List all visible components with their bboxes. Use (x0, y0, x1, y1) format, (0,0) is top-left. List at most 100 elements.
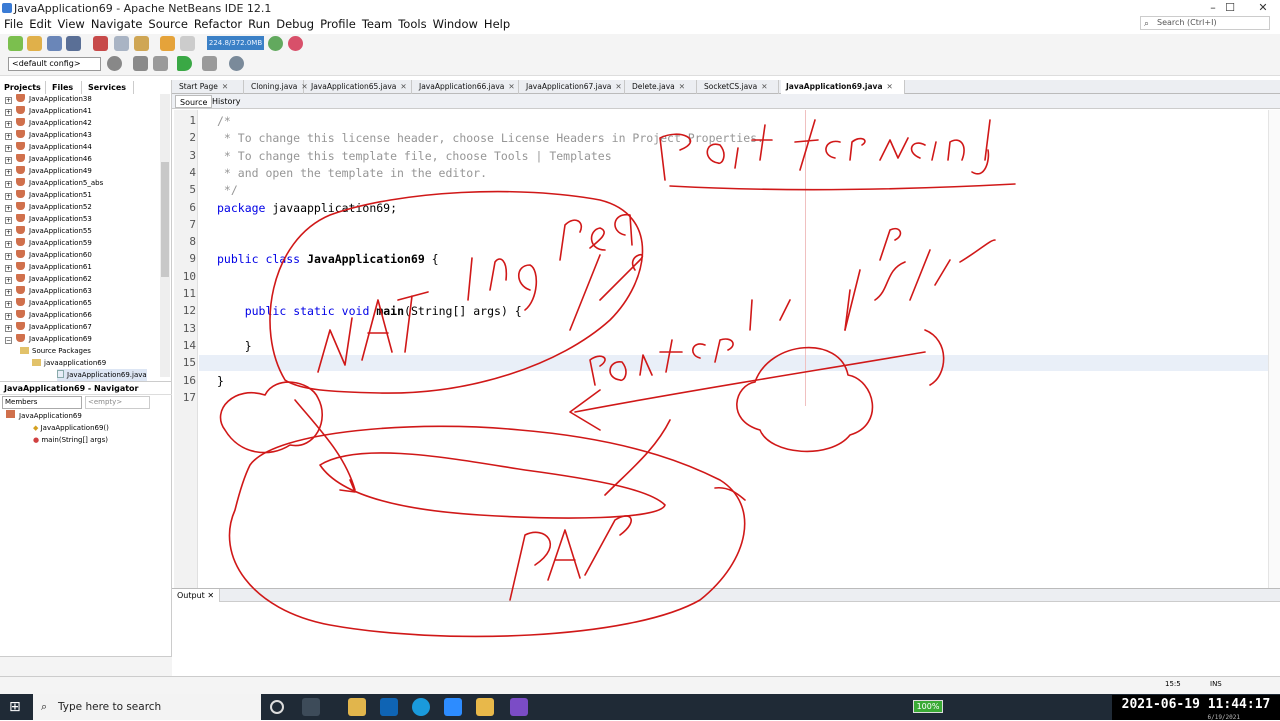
expand-icon[interactable]: + (5, 253, 12, 260)
menu-window[interactable]: Window (433, 16, 478, 33)
java-file-node[interactable]: JavaApplication69.java (57, 369, 147, 381)
code-line[interactable]: } (217, 374, 224, 388)
expand-icon[interactable]: + (5, 229, 12, 236)
undo-icon[interactable] (160, 36, 175, 51)
expand-icon[interactable]: + (5, 97, 12, 104)
expand-icon[interactable]: + (5, 193, 12, 200)
menu-run[interactable]: Run (248, 16, 270, 33)
expand-icon[interactable]: + (5, 265, 12, 272)
cut-icon[interactable] (93, 36, 108, 51)
code-line[interactable]: public static void main(String[] args) { (217, 304, 522, 318)
outlook-icon[interactable] (380, 698, 398, 716)
editor-scrollbar[interactable] (1268, 110, 1280, 588)
run-icon[interactable] (177, 56, 192, 71)
menu-navigate[interactable]: Navigate (91, 16, 143, 33)
project-item[interactable]: + JavaApplication65 (5, 297, 92, 309)
code-line[interactable]: * and open the template in the editor. (217, 166, 487, 180)
project-item[interactable]: + JavaApplication61 (5, 261, 92, 273)
debug-icon[interactable] (202, 56, 217, 71)
expand-icon[interactable]: + (5, 109, 12, 116)
cortana-icon[interactable] (270, 700, 284, 714)
filter-select[interactable]: <empty> (85, 396, 150, 409)
history-button[interactable]: History (208, 95, 244, 108)
tab-javaapplication69[interactable]: JavaApplication69.java ✕ (781, 80, 905, 94)
expand-icon[interactable]: + (5, 157, 12, 164)
search-input[interactable]: ⌕ Search (Ctrl+I) (1140, 16, 1270, 30)
visual-studio-icon[interactable] (510, 698, 528, 716)
package-node[interactable]: javaapplication69 (32, 357, 106, 369)
project-item[interactable]: + JavaApplication67 (5, 321, 92, 333)
maximize-button[interactable]: ☐ (1213, 0, 1247, 16)
new-project-icon[interactable] (27, 36, 42, 51)
project-item[interactable]: + JavaApplication5_abs (5, 177, 103, 189)
expand-icon[interactable]: + (5, 289, 12, 296)
menu-refactor[interactable]: Refactor (194, 16, 242, 33)
memory-indicator[interactable]: 224.8/372.0MB (207, 36, 264, 50)
expand-icon[interactable]: + (5, 325, 12, 332)
menu-debug[interactable]: Debug (276, 16, 314, 33)
project-item[interactable]: + JavaApplication51 (5, 189, 92, 201)
tab-javaapplication65[interactable]: JavaApplication65.java ✕ (306, 80, 412, 94)
expand-icon[interactable]: + (5, 313, 12, 320)
gc-icon[interactable] (268, 36, 283, 51)
menu-file[interactable]: File (4, 16, 23, 33)
taskbar-search-input[interactable]: ⌕ Type here to search (33, 694, 261, 720)
expand-icon[interactable]: + (5, 217, 12, 224)
windows-start-icon[interactable]: ⊞ (9, 700, 23, 714)
project-item[interactable]: + JavaApplication59 (5, 237, 92, 249)
expand-icon[interactable]: + (5, 169, 12, 176)
profile-project-icon[interactable] (229, 56, 244, 71)
tab-javaapplication66[interactable]: JavaApplication66.java ✕ (414, 80, 519, 94)
code-line[interactable]: * To change this license header, choose … (217, 131, 764, 145)
code-line[interactable]: } (217, 339, 252, 353)
code-line[interactable]: */ (217, 183, 238, 197)
clean-build-icon[interactable] (153, 56, 168, 71)
menu-team[interactable]: Team (362, 16, 392, 33)
project-item[interactable]: + JavaApplication66 (5, 309, 92, 321)
source-packages-node[interactable]: Source Packages (20, 345, 91, 357)
expand-icon[interactable]: − (5, 337, 12, 344)
save-all-icon[interactable] (66, 36, 81, 51)
zoom-icon[interactable] (444, 698, 462, 716)
expand-icon[interactable]: + (5, 277, 12, 284)
expand-icon[interactable]: + (5, 301, 12, 308)
netbeans-taskbar-icon[interactable] (348, 698, 366, 716)
nav-method[interactable]: ● main(String[] args) (33, 434, 108, 446)
tab-output[interactable]: Output ✕ (172, 589, 221, 602)
tab-start-page[interactable]: Start Page ✕ (174, 80, 244, 94)
code-line[interactable]: * To change this template file, choose T… (217, 149, 612, 163)
code-line[interactable]: public class JavaApplication69 { (217, 252, 439, 266)
project-item[interactable]: + JavaApplication38 (5, 93, 92, 105)
profile-icon[interactable] (288, 36, 303, 51)
project-item[interactable]: + JavaApplication52 (5, 201, 92, 213)
project-item[interactable]: + JavaApplication43 (5, 129, 92, 141)
tab-delete[interactable]: Delete.java ✕ (627, 80, 697, 94)
file-explorer-icon[interactable] (476, 698, 494, 716)
menu-source[interactable]: Source (148, 16, 188, 33)
code-line[interactable]: /* (217, 114, 231, 128)
edge-icon[interactable] (412, 698, 430, 716)
config-gear-icon[interactable] (107, 56, 122, 71)
expand-icon[interactable]: + (5, 181, 12, 188)
nav-constructor[interactable]: ◆ JavaApplication69() (33, 422, 109, 434)
copy-icon[interactable] (114, 36, 129, 51)
project-item[interactable]: + JavaApplication42 (5, 117, 92, 129)
project-item[interactable]: + JavaApplication46 (5, 153, 92, 165)
menu-tools[interactable]: Tools (398, 16, 426, 33)
scroll-thumb[interactable] (161, 162, 169, 277)
redo-icon[interactable] (180, 36, 195, 51)
expand-icon[interactable]: + (5, 145, 12, 152)
open-project-icon[interactable] (47, 36, 62, 51)
new-file-icon[interactable] (8, 36, 23, 51)
menu-view[interactable]: View (58, 16, 85, 33)
project-item[interactable]: + JavaApplication49 (5, 165, 92, 177)
paste-icon[interactable] (134, 36, 149, 51)
project-item[interactable]: + JavaApplication41 (5, 105, 92, 117)
task-view-icon[interactable] (302, 698, 320, 716)
nav-root[interactable]: JavaApplication69 (6, 410, 82, 422)
menu-edit[interactable]: Edit (29, 16, 51, 33)
expand-icon[interactable]: + (5, 241, 12, 248)
menu-help[interactable]: Help (484, 16, 510, 33)
projects-scrollbar[interactable] (160, 94, 170, 377)
project-item[interactable]: + JavaApplication55 (5, 225, 92, 237)
